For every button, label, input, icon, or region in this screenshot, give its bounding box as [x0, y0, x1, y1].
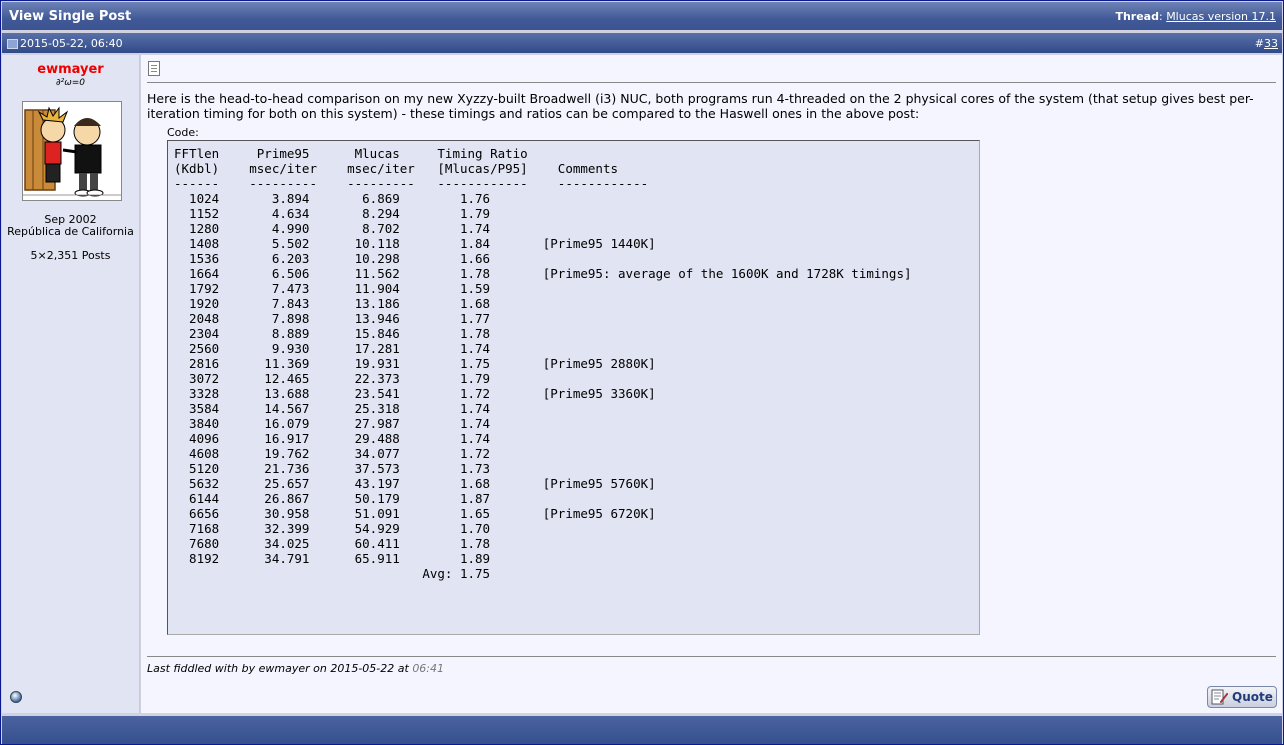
post-date: 2015-05-22, 06:40	[20, 37, 123, 50]
thread-info: Thread: Mlucas version 17.1	[1115, 10, 1276, 23]
code-block[interactable]: FFTlen Prime95 Mlucas Timing Ratio (Kdbl…	[167, 140, 980, 635]
user-title: ∂²ω=0	[55, 78, 86, 88]
page-header: View Single Post Thread: Mlucas version …	[2, 2, 1282, 30]
edit-note: Last fiddled with by ewmayer on 2015-05-…	[147, 662, 444, 675]
user-location: República de California	[7, 225, 134, 238]
user-post-count: 5×2,351 Posts	[30, 249, 111, 262]
edit-note-time: 06:41	[412, 662, 445, 675]
post-number-link[interactable]: 33	[1264, 37, 1278, 50]
post-message: Here is the head-to-head comparison on m…	[147, 91, 1254, 121]
page-title: View Single Post	[9, 9, 132, 24]
avatar	[22, 101, 122, 201]
post-number: #33	[1255, 37, 1278, 50]
post-container: View Single Post Thread: Mlucas version …	[0, 0, 1284, 745]
post-number-prefix: #	[1254, 37, 1264, 50]
post-body: Here is the head-to-head comparison on m…	[141, 55, 1282, 713]
edit-note-text: Last fiddled with by ewmayer on 2015-05-…	[147, 662, 409, 675]
user-offline-icon	[10, 691, 22, 703]
quote-button[interactable]: Quote	[1207, 686, 1277, 708]
divider	[147, 656, 1276, 657]
divider	[147, 82, 1276, 83]
user-panel: ewmayer ∂²ω=0 Sep 2002 República de Cali…	[2, 55, 140, 713]
thread-label: Thread	[1115, 10, 1159, 23]
username-link[interactable]: ewmayer	[2, 62, 139, 77]
quote-button-label: Quote	[1232, 690, 1273, 704]
quote-icon	[1211, 689, 1228, 705]
old-post-icon	[7, 39, 18, 49]
thread-link[interactable]: Mlucas version 17.1	[1166, 10, 1276, 23]
post-icon	[148, 61, 160, 76]
code-label: Code:	[167, 126, 199, 139]
page-footer-bar	[2, 716, 1282, 744]
post-header: 2015-05-22, 06:40 #33	[2, 33, 1282, 53]
avatar-image	[23, 102, 121, 200]
code-content: FFTlen Prime95 Mlucas Timing Ratio (Kdbl…	[174, 146, 912, 581]
